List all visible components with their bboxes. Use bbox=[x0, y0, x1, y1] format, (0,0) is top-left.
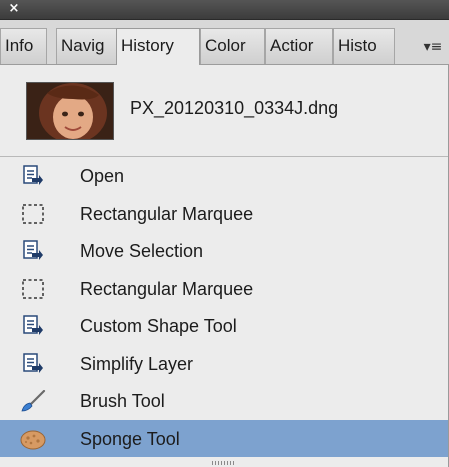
brush-icon bbox=[20, 389, 46, 412]
history-item-custom-shape-tool[interactable]: Custom Shape Tool bbox=[0, 307, 448, 345]
history-item-label: Open bbox=[80, 166, 125, 186]
tab-actions[interactable]: Actior bbox=[265, 28, 333, 64]
history-item-move-selection[interactable]: Move Selection bbox=[0, 232, 448, 270]
history-item-open[interactable]: Open bbox=[0, 157, 448, 195]
history-snapshot[interactable]: PX_20120310_0334J.dng bbox=[0, 65, 448, 157]
history-item-label: Simplify Layer bbox=[80, 353, 194, 374]
history-item-simplify-layer[interactable]: Simplify Layer bbox=[0, 345, 448, 383]
history-panel: × Info Navig History Color Actior Histo … bbox=[0, 0, 449, 467]
history-item-label: Custom Shape Tool bbox=[80, 316, 237, 336]
history-item-label: Brush Tool bbox=[80, 391, 165, 411]
history-step-icon bbox=[20, 315, 46, 337]
history-item-sponge-tool[interactable]: Sponge Tool bbox=[0, 419, 448, 457]
tab-histogram[interactable]: Histo bbox=[333, 28, 395, 64]
history-step-icon bbox=[20, 240, 46, 262]
history-item-rectangular-marquee[interactable]: Rectangular Marquee bbox=[0, 195, 448, 233]
rectangular-marquee-icon bbox=[20, 203, 46, 225]
resize-grip[interactable] bbox=[212, 461, 236, 465]
history-item-label: Sponge Tool bbox=[80, 428, 180, 449]
close-icon[interactable]: × bbox=[6, 1, 22, 17]
history-item-rectangular-marquee[interactable]: Rectangular Marquee bbox=[0, 270, 448, 308]
panel-titlebar: × bbox=[0, 0, 449, 20]
history-item-label: Rectangular Marquee bbox=[80, 278, 254, 299]
history-step-icon bbox=[20, 352, 46, 375]
tab-color[interactable]: Color bbox=[200, 28, 265, 64]
history-list: Open Rectangular Marquee Move Selection … bbox=[0, 157, 448, 457]
panel-menu-icon[interactable]: ▾≡ bbox=[421, 38, 445, 56]
tab-info[interactable]: Info bbox=[0, 28, 47, 64]
history-step-icon bbox=[20, 165, 46, 187]
panel-tab-bar: Info Navig History Color Actior Histo ▾≡ bbox=[0, 20, 449, 65]
history-item-label: Rectangular Marquee bbox=[80, 203, 254, 224]
rectangular-marquee-icon bbox=[20, 278, 46, 300]
sponge-icon bbox=[20, 428, 46, 450]
tab-navigator[interactable]: Navig bbox=[56, 28, 118, 64]
history-item-label: Move Selection bbox=[80, 241, 204, 261]
snapshot-thumbnail bbox=[26, 82, 114, 140]
snapshot-filename: PX_20120310_0334J.dng bbox=[130, 98, 339, 118]
tab-history[interactable]: History bbox=[116, 28, 200, 65]
history-item-brush-tool[interactable]: Brush Tool bbox=[0, 382, 448, 420]
